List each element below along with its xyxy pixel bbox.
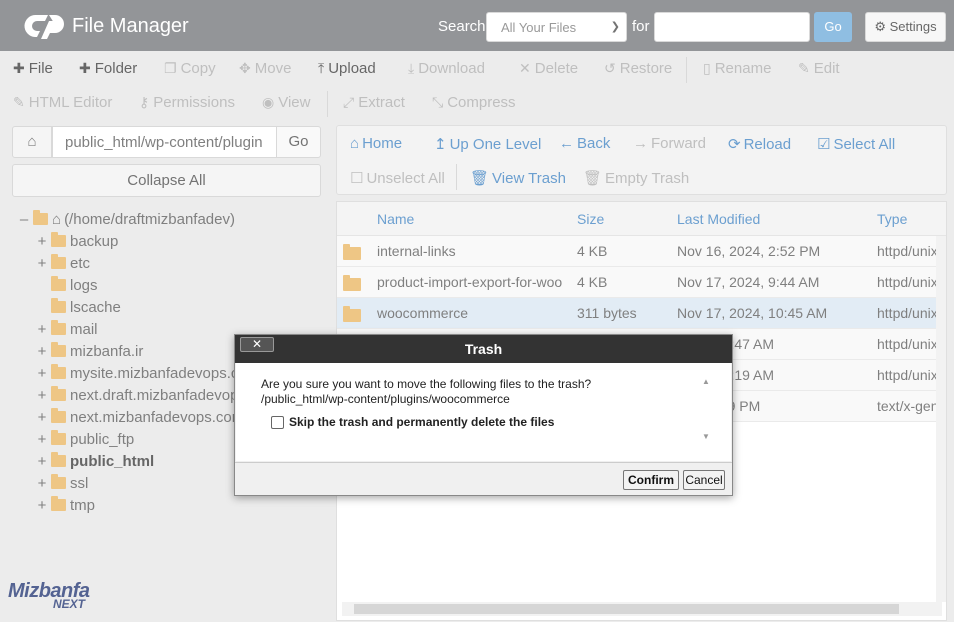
close-icon[interactable]: ✕ (240, 337, 274, 352)
dialog-file-path: /public_html/wp-content/plugins/woocomme… (261, 392, 510, 406)
modal-overlay (0, 0, 954, 622)
skip-trash-checkbox[interactable] (271, 415, 284, 429)
confirm-button[interactable]: Confirm (623, 470, 679, 490)
dialog-message: Are you sure you want to move the follow… (261, 377, 592, 391)
dialog-footer: Confirm Cancel (235, 462, 732, 495)
dialog-scrollbar[interactable]: ▲ ▼ (699, 377, 713, 447)
skip-trash-option[interactable]: Skip the trash and permanently delete th… (271, 415, 554, 429)
skip-trash-label: Skip the trash and permanently delete th… (289, 415, 555, 429)
dialog-body: Are you sure you want to move the follow… (236, 363, 731, 461)
scroll-down-icon[interactable]: ▼ (699, 432, 713, 441)
cancel-button[interactable]: Cancel (683, 470, 725, 490)
scroll-up-icon[interactable]: ▲ (699, 377, 713, 386)
dialog-title: Trash ✕ (235, 335, 732, 363)
dialog-title-text: Trash (464, 341, 503, 357)
trash-dialog: Trash ✕ Are you sure you want to move th… (234, 334, 733, 496)
